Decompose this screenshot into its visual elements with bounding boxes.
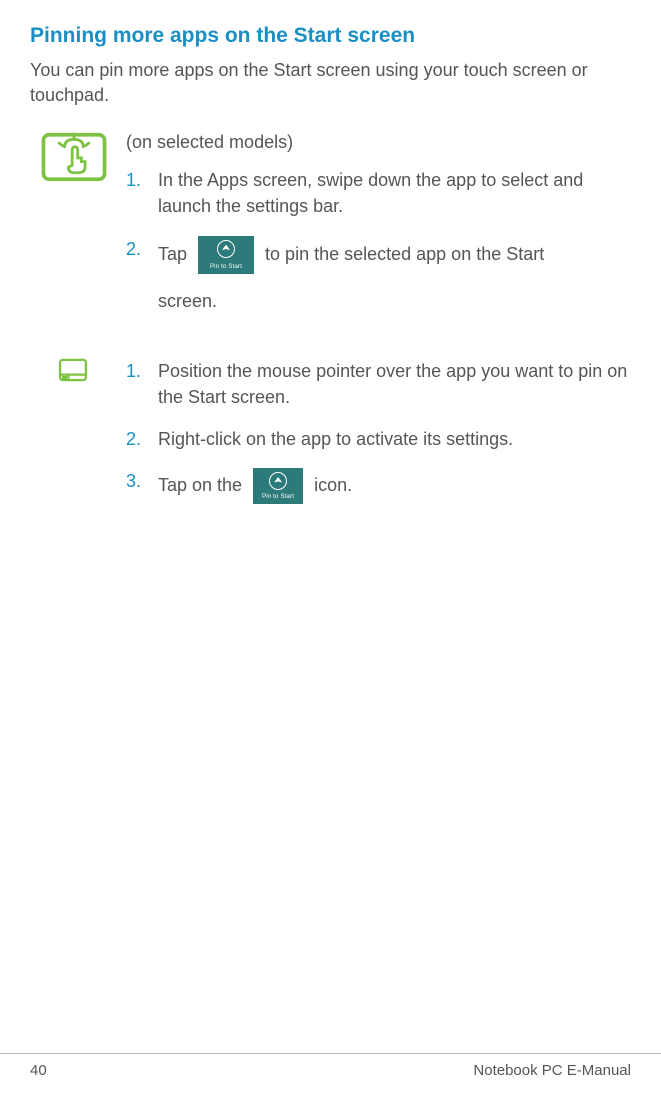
step-number: 2. (126, 236, 158, 262)
section-heading: Pinning more apps on the Start screen (30, 24, 631, 48)
step-text-pre: Tap (158, 243, 192, 263)
step-text: In the Apps screen, swipe down the app t… (158, 167, 631, 219)
pin-to-start-icon: Pin to Start (198, 236, 254, 274)
step-number: 3. (126, 468, 158, 494)
step-text-post: to pin the selected app on the Start (265, 243, 544, 263)
step-text: Tap on the Pin to Start icon. (158, 468, 631, 504)
touchpad-section: 1. Position the mouse pointer over the a… (30, 358, 631, 520)
touchpad-icon-col (30, 358, 126, 387)
touch-note: (on selected models) (126, 132, 631, 153)
step-number: 1. (126, 167, 158, 193)
touchpad-step-2: 2. Right-click on the app to activate it… (126, 426, 631, 452)
touch-content: (on selected models) 1. In the Apps scre… (126, 132, 631, 329)
touchscreen-icon (40, 132, 108, 182)
page-number: 40 (30, 1062, 47, 1079)
manual-title: Notebook PC E-Manual (473, 1062, 631, 1079)
pin-tile-label: Pin to Start (198, 263, 254, 272)
step-text: Right-click on the app to activate its s… (158, 426, 631, 452)
touchpad-icon (58, 358, 88, 382)
step-text-post: icon. (314, 475, 352, 495)
touch-section: (on selected models) 1. In the Apps scre… (30, 132, 631, 329)
touch-step-1: 1. In the Apps screen, swipe down the ap… (126, 167, 631, 219)
intro-paragraph: You can pin more apps on the Start scree… (30, 58, 631, 108)
step-text: Tap Pin to Start to pin the selected app… (158, 236, 631, 314)
step-text-line2: screen. (158, 288, 631, 314)
page-footer: 40 Notebook PC E-Manual (0, 1053, 661, 1079)
touch-step-2: 2. Tap Pin to Start to pin the selected … (126, 236, 631, 314)
touchpad-step-1: 1. Position the mouse pointer over the a… (126, 358, 631, 410)
touchpad-content: 1. Position the mouse pointer over the a… (126, 358, 631, 520)
pin-tile-label: Pin to Start (253, 493, 303, 502)
touch-icon-col (30, 132, 126, 187)
step-text: Position the mouse pointer over the app … (158, 358, 631, 410)
step-text-pre: Tap on the (158, 475, 247, 495)
step-number: 2. (126, 426, 158, 452)
pin-to-start-icon: Pin to Start (253, 468, 303, 504)
step-number: 1. (126, 358, 158, 384)
touchpad-step-3: 3. Tap on the Pin to Start icon. (126, 468, 631, 504)
